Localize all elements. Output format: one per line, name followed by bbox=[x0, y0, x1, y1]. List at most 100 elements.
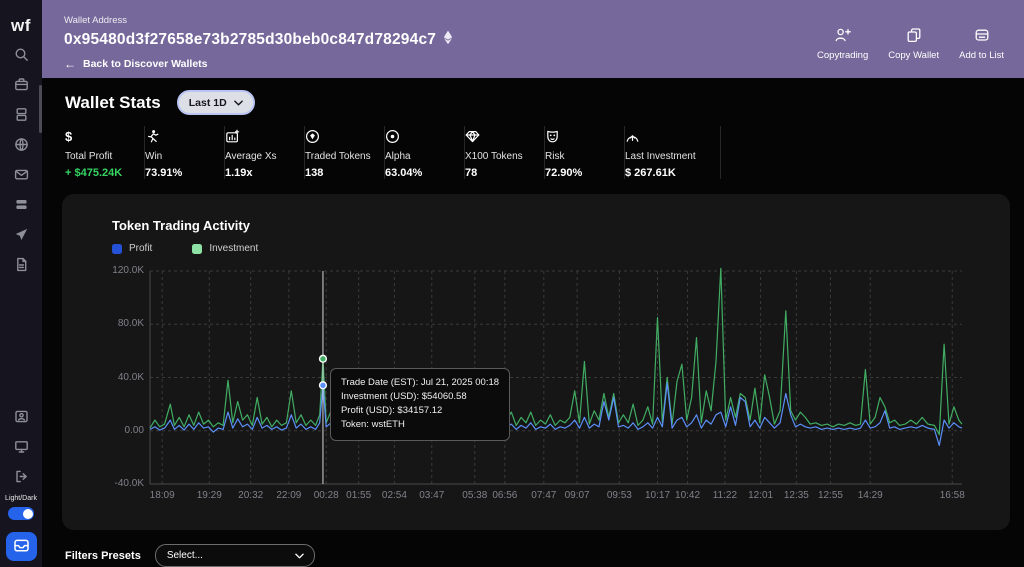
chart-plus-icon bbox=[225, 128, 304, 144]
x-tick-label: 20:32 bbox=[238, 490, 264, 501]
sidebar-bottom-nav bbox=[14, 409, 29, 484]
legend-label: Investment bbox=[209, 243, 259, 254]
x-tick-label: 11:22 bbox=[712, 490, 738, 501]
x-tick-label: 03:47 bbox=[419, 490, 445, 501]
globe-icon[interactable] bbox=[14, 137, 29, 152]
stack-icon[interactable] bbox=[14, 107, 29, 122]
filters-bar: Filters Presets Select... bbox=[65, 544, 1024, 567]
stat-label: X100 Tokens bbox=[465, 151, 523, 162]
monitor-icon[interactable] bbox=[14, 439, 29, 454]
x-tick-label: 16:58 bbox=[939, 490, 965, 501]
app-logo: wf bbox=[11, 16, 31, 35]
mask-icon bbox=[545, 128, 624, 144]
stat-value: 63.04% bbox=[385, 167, 423, 179]
stat-value: + $475.24K bbox=[65, 167, 123, 179]
stat-label: Win bbox=[145, 151, 163, 162]
back-link[interactable]: ← Back to Discover Wallets bbox=[64, 57, 453, 71]
y-tick-label: 120.0K bbox=[112, 265, 144, 276]
add-to-list-button[interactable]: Add to List bbox=[959, 27, 1004, 61]
wallet-address[interactable]: 0x95480d3f27658e73b2785d30beb0c847d78294… bbox=[64, 31, 436, 49]
tooltip-token: Token: wstETH bbox=[340, 418, 405, 430]
legend-item-profit[interactable]: Profit bbox=[112, 243, 152, 254]
mail-icon[interactable] bbox=[14, 167, 29, 182]
stat-value: 1.19x bbox=[225, 167, 253, 179]
theme-toggle-label: Light/Dark bbox=[5, 495, 37, 502]
x-tick-label: 14:29 bbox=[857, 490, 883, 501]
document-icon[interactable] bbox=[14, 257, 29, 272]
stat-label: Traded Tokens bbox=[305, 151, 371, 162]
back-link-label: Back to Discover Wallets bbox=[83, 58, 208, 70]
legend-swatch bbox=[112, 243, 122, 254]
page-title: Wallet Stats bbox=[65, 92, 161, 112]
sidebar: wf Light/Dark bbox=[0, 0, 42, 567]
chart-svg[interactable] bbox=[149, 267, 963, 485]
filters-preset-select[interactable]: Select... bbox=[154, 544, 315, 567]
tooltip-profit: Profit (USD): $34157.12 bbox=[340, 404, 443, 416]
legend-item-investment[interactable]: Investment bbox=[192, 243, 258, 254]
stat-value: 73.91% bbox=[145, 167, 183, 179]
x-tick-label: 07:47 bbox=[531, 490, 557, 501]
copy-wallet-icon bbox=[906, 27, 922, 46]
x-tick-label: 12:55 bbox=[817, 490, 843, 501]
send-icon[interactable] bbox=[14, 227, 29, 242]
alpha-icon bbox=[385, 128, 464, 144]
logout-icon[interactable] bbox=[14, 469, 29, 484]
x-tick-label: 09:53 bbox=[606, 490, 632, 501]
stat-alpha: Alpha 63.04% bbox=[385, 126, 465, 179]
stat-label: Average Xs bbox=[225, 151, 277, 162]
ethereum-icon bbox=[443, 30, 453, 50]
briefcase-icon[interactable] bbox=[14, 77, 29, 92]
stat-value: 78 bbox=[465, 167, 478, 179]
x-tick-label: 18:09 bbox=[149, 490, 175, 501]
chart-legend: Profit Investment bbox=[62, 233, 1010, 254]
chevron-down-icon bbox=[233, 99, 243, 106]
stat-label: Total Profit bbox=[65, 151, 113, 162]
copytrading-button[interactable]: Copytrading bbox=[817, 27, 868, 61]
stat-label: Risk bbox=[545, 151, 565, 162]
legend-label: Profit bbox=[129, 243, 153, 254]
inbox-button[interactable] bbox=[5, 532, 37, 561]
x-tick-label: 09:07 bbox=[564, 490, 590, 501]
period-selector-value: Last 1D bbox=[188, 96, 227, 109]
theme-toggle[interactable] bbox=[8, 507, 34, 520]
chevron-down-icon bbox=[295, 553, 304, 558]
x-tick-label: 01:55 bbox=[346, 490, 372, 501]
search-icon[interactable] bbox=[14, 47, 29, 62]
x-tick-label: 12:35 bbox=[783, 490, 809, 501]
x-tick-label: 05:38 bbox=[462, 490, 488, 501]
period-selector[interactable]: Last 1D bbox=[176, 90, 255, 115]
add-to-list-icon bbox=[974, 27, 990, 46]
user-card-icon[interactable] bbox=[14, 409, 29, 424]
sidebar-top-nav bbox=[14, 47, 29, 272]
header-actions: Copytrading Copy Wallet Add to List bbox=[817, 0, 1004, 78]
stat-value: 138 bbox=[305, 167, 324, 179]
copy-wallet-button[interactable]: Copy Wallet bbox=[888, 27, 939, 61]
chart-tooltip: Trade Date (EST): Jul 21, 2025 00:18 Inv… bbox=[329, 367, 511, 441]
x-tick-label: 02:54 bbox=[381, 490, 407, 501]
main-content: Wallet Address 0x95480d3f27658e73b2785d3… bbox=[42, 0, 1024, 567]
chart-title: Token Trading Activity bbox=[112, 218, 250, 233]
stat-label: Alpha bbox=[385, 151, 411, 162]
chart-card: Token Trading Activity Profit Investment … bbox=[62, 194, 1010, 530]
filters-presets-label: Filters Presets bbox=[65, 549, 141, 562]
tooltip-investment: Investment (USD): $54060.58 bbox=[340, 390, 467, 402]
stat-total-profit: $ Total Profit + $475.24K bbox=[65, 126, 145, 179]
stat-win: Win 73.91% bbox=[145, 126, 225, 179]
token-icon bbox=[305, 128, 384, 144]
layers-icon[interactable] bbox=[14, 197, 29, 212]
stats-row: $ Total Profit + $475.24K Win 73.91% Average … bbox=[65, 126, 1024, 179]
sidebar-scrollbar[interactable] bbox=[39, 85, 42, 133]
stat-value: 72.90% bbox=[545, 167, 583, 179]
stat-traded-tokens: Traded Tokens 138 bbox=[305, 126, 385, 179]
plot-area[interactable]: 120.0K 80.0K 40.0K 0.00 -40.0K 18:09 19:29 20:… bbox=[62, 265, 1010, 516]
y-tick-label: 40.0K bbox=[117, 371, 144, 383]
header: Wallet Address 0x95480d3f27658e73b2785d3… bbox=[42, 0, 1024, 78]
y-tick-label: -40.0K bbox=[114, 478, 144, 489]
select-placeholder: Select... bbox=[166, 550, 203, 561]
stats-header: Wallet Stats Last 1D bbox=[65, 90, 1024, 115]
x-tick-label: 00:28 bbox=[313, 490, 339, 501]
x-tick-label: 10:17 bbox=[644, 490, 671, 501]
stat-label: Last Investment bbox=[625, 151, 696, 162]
stat-value: $ 267.61K bbox=[625, 167, 676, 179]
dollar-icon: $ bbox=[65, 128, 73, 144]
